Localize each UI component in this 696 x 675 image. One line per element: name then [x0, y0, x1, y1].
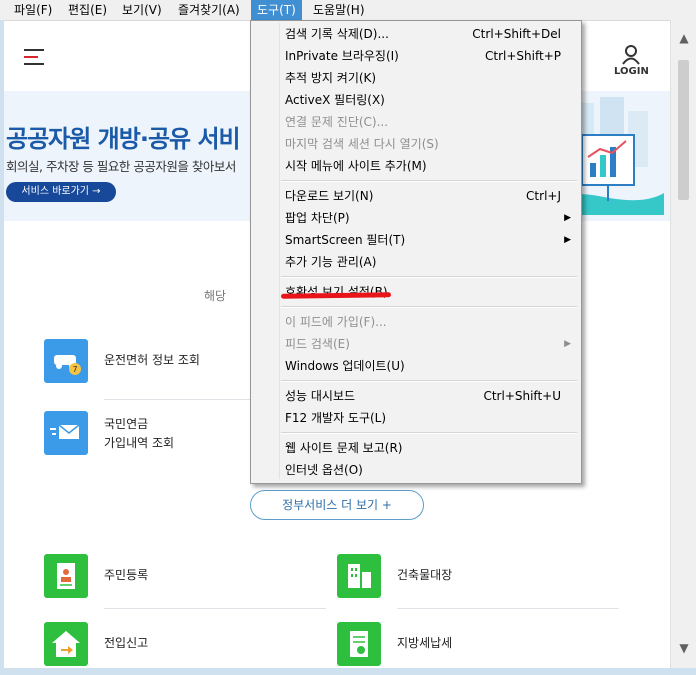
menu-item-compatibility-view[interactable]: 호환성 보기 설정(B)	[251, 281, 581, 303]
menu-item-feed-discovery: 피드 검색(E) ▶	[251, 333, 581, 355]
banner-subtitle: 회의실, 주차장 등 필요한 공공자원을 찾아보서	[6, 159, 236, 174]
submenu-arrow-icon: ▶	[564, 339, 571, 349]
svg-text:7: 7	[72, 365, 77, 374]
menu-item-f12-devtools[interactable]: F12 개발자 도구(L)	[251, 407, 581, 429]
menu-separator	[281, 380, 577, 382]
submenu-arrow-icon: ▶	[564, 235, 571, 245]
menu-separator	[281, 276, 577, 278]
search-hint-text: 해당	[204, 289, 227, 303]
tax-document-icon	[337, 622, 381, 666]
menu-item-diagnose-connection: 연결 문제 진단(C)...	[285, 115, 389, 129]
menu-bar: 파일(F) 편집(E) 보기(V) 즐겨찾기(A) 도구(T) 도움말(H)	[0, 0, 696, 21]
banner-title: 공공자원 개방·공유 서비	[6, 125, 241, 153]
scroll-down-arrow-icon[interactable]: ▼	[671, 638, 696, 658]
scroll-up-arrow-icon[interactable]: ▲	[671, 28, 696, 48]
divider	[104, 399, 254, 400]
building-icon	[337, 554, 381, 598]
service-shortcut-button[interactable]: 서비스 바로가기 →	[6, 182, 116, 202]
service-label: 운전면허 정보 조회	[104, 353, 200, 367]
menu-help[interactable]: 도움말(H)	[307, 0, 371, 20]
login-button[interactable]: LOGIN	[614, 45, 649, 77]
service-label: 지방세납세	[397, 636, 453, 650]
menu-item-activex-filtering[interactable]: ActiveX 필터링(X)	[251, 89, 581, 111]
menu-separator	[281, 306, 577, 308]
login-label: LOGIN	[614, 66, 649, 77]
tools-dropdown-menu: 검색 기록 삭제(D)... Ctrl+Shift+Del InPrivate 브…	[250, 20, 582, 484]
menu-item-tracking-protection[interactable]: 추적 방지 켜기(K)	[251, 67, 581, 89]
menu-item-reopen-session: 마지막 검색 세션 다시 열기(S)	[285, 137, 439, 151]
menu-tools[interactable]: 도구(T)	[251, 0, 302, 20]
menu-item-performance-dashboard[interactable]: 성능 대시보드 Ctrl+Shift+U	[251, 385, 581, 407]
more-services-button[interactable]: 정부서비스 더 보기 +	[250, 490, 424, 520]
menu-item-internet-options[interactable]: 인터넷 옵션(O)	[251, 459, 581, 481]
menu-favorites[interactable]: 즐겨찾기(A)	[172, 0, 246, 20]
menu-edit[interactable]: 편집(E)	[62, 0, 113, 20]
car-license-icon: 7	[44, 339, 88, 383]
menu-file[interactable]: 파일(F)	[8, 0, 58, 20]
vertical-scrollbar[interactable]: ▲ ▼	[670, 20, 696, 668]
menu-item-report-website-problems[interactable]: 웹 사이트 문제 보고(R)	[251, 437, 581, 459]
menu-separator	[281, 180, 577, 182]
menu-item-add-site-to-start[interactable]: 시작 메뉴에 사이트 추가(M)	[251, 155, 581, 177]
service-label: 건축물대장	[397, 568, 453, 582]
divider	[397, 608, 619, 609]
house-move-icon	[44, 622, 88, 666]
service-label: 전입신고	[104, 636, 149, 650]
window-frame-bottom	[0, 668, 696, 675]
menu-item-inprivate[interactable]: InPrivate 브라우징(I) Ctrl+Shift+P	[251, 45, 581, 67]
menu-item-windows-update[interactable]: Windows 업데이트(U)	[251, 355, 581, 377]
resident-card-icon	[44, 554, 88, 598]
menu-item-smartscreen[interactable]: SmartScreen 필터(T) ▶	[251, 229, 581, 251]
menu-item-subscribe-feed: 이 피드에 가입(F)...	[285, 315, 387, 329]
menu-item-delete-history[interactable]: 검색 기록 삭제(D)... Ctrl+Shift+Del	[251, 23, 581, 45]
menu-item-manage-addons[interactable]: 추가 기능 관리(A)	[251, 251, 581, 273]
mail-icon	[44, 411, 88, 455]
service-label: 국민연금 가입내역 조회	[104, 417, 175, 450]
menu-separator	[281, 432, 577, 434]
menu-item-popup-blocker[interactable]: 팝업 차단(P) ▶	[251, 207, 581, 229]
divider	[104, 608, 326, 609]
service-label: 주민등록	[104, 568, 149, 582]
scrollbar-thumb[interactable]	[678, 60, 689, 200]
submenu-arrow-icon: ▶	[564, 213, 571, 223]
menu-item-view-downloads[interactable]: 다운로드 보기(N) Ctrl+J	[251, 185, 581, 207]
user-icon	[622, 45, 640, 65]
menu-view[interactable]: 보기(V)	[116, 0, 168, 20]
hamburger-menu-icon[interactable]	[24, 49, 44, 70]
